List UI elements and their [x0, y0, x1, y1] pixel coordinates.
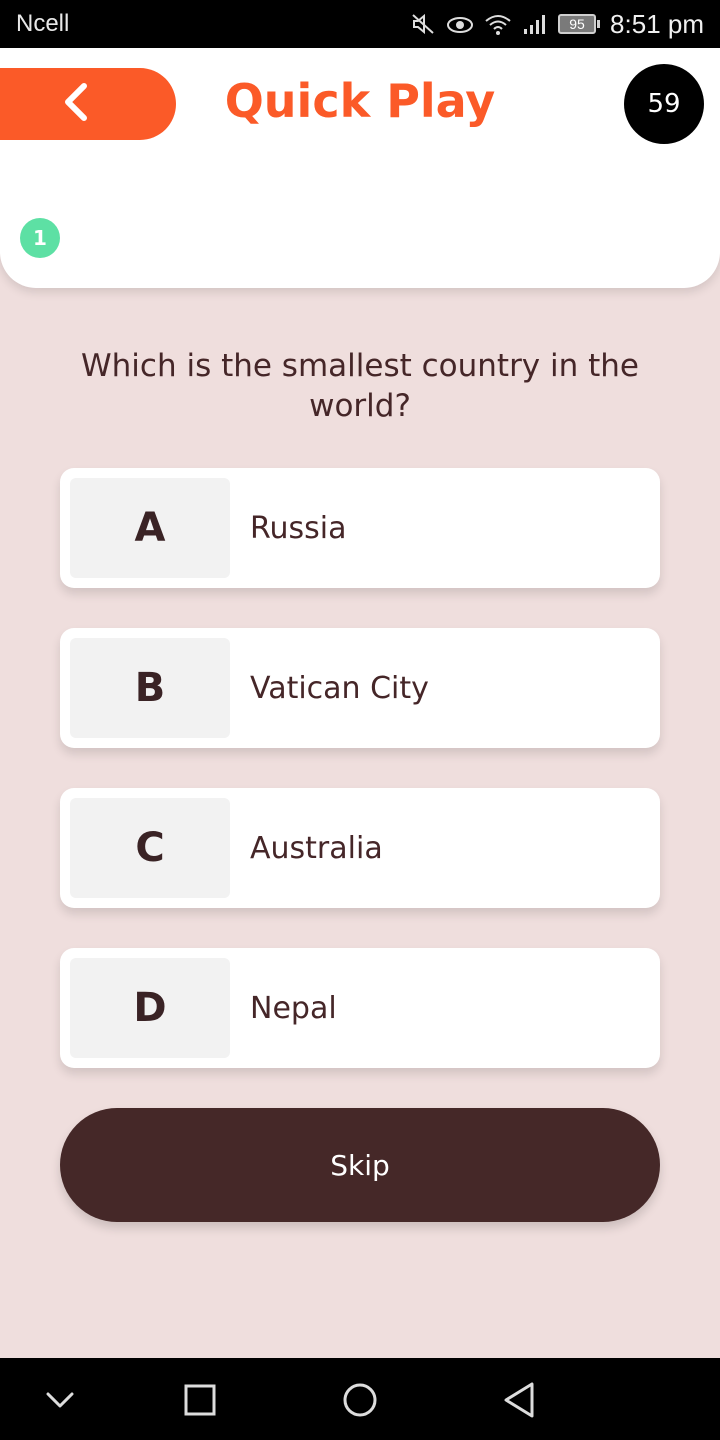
page-title: Quick Play: [224, 74, 496, 128]
option-letter: B: [70, 638, 230, 738]
clock: 8:51 pm: [610, 8, 704, 39]
triangle-back-icon[interactable]: [498, 1378, 542, 1422]
option-label: Nepal: [250, 990, 337, 1026]
wifi-icon: [484, 12, 512, 36]
option-a[interactable]: A Russia: [60, 468, 660, 588]
question-text: Which is the smallest country in the wor…: [81, 348, 639, 424]
battery-icon: 95: [558, 14, 601, 34]
question-number-badge: 1: [20, 218, 60, 258]
carrier-name: Ncell: [16, 10, 70, 37]
countdown-timer: 59: [624, 64, 704, 144]
option-c[interactable]: C Australia: [60, 788, 660, 908]
skip-button[interactable]: Skip: [60, 1108, 660, 1222]
option-label: Russia: [250, 510, 347, 546]
option-letter: D: [70, 958, 230, 1058]
header-card: Quick Play 59 1: [0, 48, 720, 288]
navigation-bar: [0, 1358, 720, 1440]
option-label: Vatican City: [250, 670, 429, 706]
circle-icon[interactable]: [338, 1378, 382, 1422]
option-letter: A: [70, 478, 230, 578]
status-icons: 95 8:51 pm: [410, 9, 704, 40]
signal-icon: [522, 12, 548, 36]
option-letter: C: [70, 798, 230, 898]
status-bar: Ncell 95 8:51 pm: [0, 0, 720, 48]
eye-icon: [446, 12, 474, 36]
chevron-down-icon[interactable]: [38, 1378, 82, 1422]
battery-level: 95: [558, 14, 597, 34]
option-b[interactable]: B Vatican City: [60, 628, 660, 748]
mute-icon: [410, 12, 436, 36]
option-label: Australia: [250, 830, 383, 866]
square-icon[interactable]: [178, 1378, 222, 1422]
option-d[interactable]: D Nepal: [60, 948, 660, 1068]
